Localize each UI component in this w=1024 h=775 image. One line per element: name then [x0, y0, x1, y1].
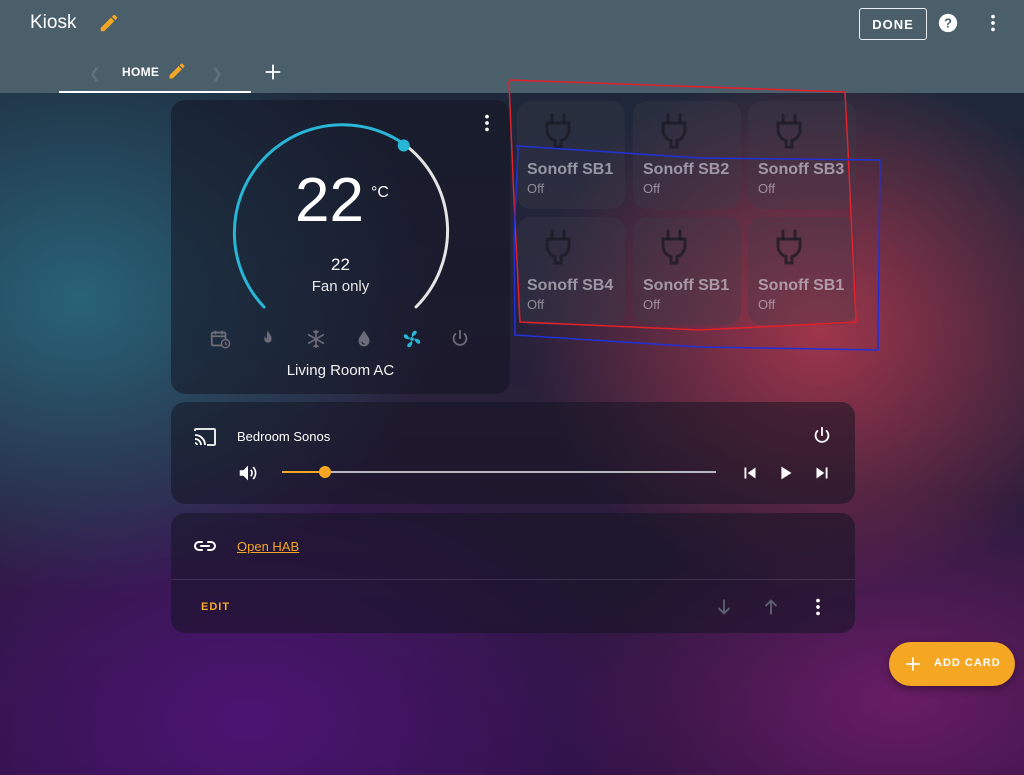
cast-icon	[194, 428, 216, 446]
power-plug-icon	[776, 113, 802, 149]
target-temperature: 22	[331, 255, 350, 274]
power-plug-icon	[776, 229, 802, 265]
switch-name: Sonoff SB2	[643, 161, 730, 178]
arrow-up-icon[interactable]	[760, 596, 782, 618]
switch-name: Sonoff SB4	[527, 277, 614, 294]
hvac-mode-selector	[207, 328, 477, 350]
temperature-unit: °C	[371, 184, 389, 201]
skip-previous-icon[interactable]	[739, 462, 761, 484]
thermostat-card: 22 °C 22 Fan only Living Room AC	[171, 100, 510, 394]
switch-tile[interactable]: Sonoff SB1 Off	[748, 217, 856, 325]
switch-state: Off	[643, 181, 661, 196]
water-drop-icon[interactable]	[353, 328, 375, 350]
switch-name: Sonoff SB1	[643, 277, 730, 294]
volume-slider[interactable]	[282, 466, 716, 478]
switch-state: Off	[643, 297, 661, 312]
add-card-button[interactable]: ADD CARD	[889, 642, 1015, 686]
switch-tile[interactable]: Sonoff SB1 Off	[633, 217, 741, 325]
switch-tile[interactable]: Sonoff SB1 Off	[517, 101, 625, 209]
link-card: Open HAB EDIT	[171, 513, 855, 633]
power-icon[interactable]	[449, 328, 471, 350]
media-player-name: Bedroom Sonos	[237, 429, 331, 444]
annotation-overlay	[508, 79, 881, 351]
power-plug-icon	[661, 113, 687, 149]
power-icon[interactable]	[811, 425, 833, 447]
plus-icon	[906, 657, 920, 671]
add-card-label: ADD CARD	[934, 657, 1001, 669]
switch-tile[interactable]: Sonoff SB3 Off	[748, 101, 856, 209]
current-temperature: 22	[295, 166, 364, 235]
switch-name: Sonoff SB1	[758, 277, 845, 294]
add-tab-icon[interactable]	[262, 61, 284, 83]
tab-home-label: HOME	[122, 65, 160, 79]
switch-tile[interactable]: Sonoff SB2 Off	[633, 101, 741, 209]
edit-card-button[interactable]: EDIT	[201, 601, 230, 613]
volume-knob[interactable]	[319, 466, 332, 478]
switch-state: Off	[758, 181, 776, 196]
done-button[interactable]: DONE	[859, 8, 927, 40]
media-player-card: Bedroom Sonos	[171, 402, 855, 504]
thermostat-handle[interactable]	[397, 139, 410, 152]
fire-icon[interactable]	[257, 328, 279, 350]
play-icon[interactable]	[775, 462, 797, 484]
switch-state: Off	[527, 181, 545, 196]
more-vert-icon[interactable]	[476, 112, 498, 134]
top-app-bar: Kiosk DONE ? ❮ HOME ❯	[0, 0, 1024, 93]
power-plug-icon	[545, 113, 571, 149]
switch-name: Sonoff SB3	[758, 161, 845, 178]
more-vert-icon[interactable]	[807, 596, 829, 618]
svg-text:?: ?	[944, 16, 952, 31]
switch-state: Off	[527, 297, 545, 312]
tab-home[interactable]: ❮ HOME ❯	[59, 55, 251, 93]
switch-tile[interactable]: Sonoff SB4 Off	[517, 217, 625, 325]
pencil-icon[interactable]	[167, 61, 187, 81]
open-hab-link[interactable]: Open HAB	[237, 539, 299, 554]
move-tab-left-icon[interactable]: ❮	[89, 65, 101, 82]
link-icon	[194, 541, 216, 551]
arrow-down-icon[interactable]	[713, 596, 735, 618]
move-tab-right-icon[interactable]: ❯	[211, 65, 223, 82]
more-vert-icon[interactable]	[982, 12, 1004, 34]
pencil-icon[interactable]	[98, 12, 120, 34]
hvac-mode: Fan only	[311, 278, 370, 295]
skip-next-icon[interactable]	[811, 462, 833, 484]
help-icon[interactable]: ?	[937, 12, 959, 34]
switch-name: Sonoff SB1	[527, 161, 614, 178]
snowflake-icon[interactable]	[305, 328, 327, 350]
switch-state: Off	[758, 297, 776, 312]
volume-icon[interactable]	[237, 462, 259, 484]
divider	[171, 579, 855, 580]
app-title: Kiosk	[30, 12, 77, 33]
calendar-clock-icon[interactable]	[209, 328, 231, 350]
thermostat-name: Living Room AC	[286, 362, 395, 379]
power-plug-icon	[661, 229, 687, 265]
power-plug-icon	[545, 229, 571, 265]
fan-icon[interactable]	[401, 328, 423, 350]
